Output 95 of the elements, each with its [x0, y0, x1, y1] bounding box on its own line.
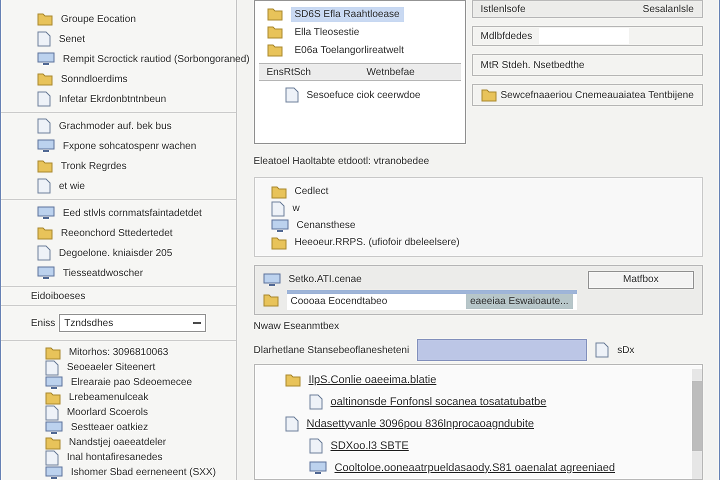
property-value: Sesalanlsle [642, 2, 694, 16]
folder-icon [44, 390, 61, 404]
input-field[interactable] [538, 28, 629, 44]
property-label: Sewcefnaaeriou Cnemeauaiatea Tentbijene [500, 88, 694, 102]
field-label: Eniss [30, 316, 56, 330]
picker-button[interactable]: Matfbox [588, 270, 694, 289]
list-item[interactable]: Ishomer Sbad eerneneent (SXX) [70, 465, 216, 480]
folder-icon [36, 226, 53, 240]
document-icon [284, 87, 299, 103]
document-icon [270, 200, 285, 216]
tree-item[interactable]: oaltinonsde Fonfonsl socanea tosatatubatbe [330, 394, 546, 410]
document-icon [36, 91, 51, 107]
bar-label: Dlarhetlane Stansebeoflanesheteni [254, 344, 410, 358]
monitor-icon [36, 266, 55, 280]
property-label: Istlenlsofe [480, 2, 526, 16]
tree-row[interactable]: E06a Toelangorlireatwelt [290, 42, 408, 58]
dropdown-field[interactable]: Tzndsdhes [59, 314, 206, 332]
list-item[interactable]: Moorlard Scoerols [66, 405, 148, 420]
list-item[interactable]: Lrebeamenulceak [68, 390, 148, 405]
folder-icon [480, 88, 497, 102]
document-icon [36, 31, 51, 47]
folder-icon [266, 25, 283, 39]
folder-icon [44, 346, 61, 360]
monitor-icon [308, 461, 327, 475]
list-item[interactable]: Seoeaeler Siteenert [66, 360, 156, 375]
tree-item[interactable]: IlpS.Conlie oaeeima.blatie [308, 372, 436, 388]
monitor-icon [270, 218, 289, 232]
sidebar-item[interactable]: Infetar Ekrdonbtntnbeun [58, 92, 166, 106]
sidebar-item[interactable]: Tronk Regrdes [60, 158, 127, 174]
sidebar-item[interactable]: Groupe Eocation [60, 12, 136, 26]
list-item[interactable]: Elrearaie pao Sdeoemecee [70, 375, 192, 390]
document-icon [595, 342, 610, 358]
column-title[interactable]: Wetnbefae [358, 64, 459, 80]
folder-icon [36, 72, 53, 86]
list-item[interactable]: Heeoeur.RRPS. (ufiofoir dbeleelsere) [294, 235, 460, 250]
picker-text: Setko.ATI.cenae [288, 273, 363, 288]
dropdown-option[interactable]: Coooaa Eocendtabeo eaeeiaa Eswaioaute... [286, 290, 577, 310]
column-title[interactable]: EnsRtSch [258, 64, 359, 80]
document-icon [284, 416, 299, 432]
property-label: Mdlbfdedes [480, 30, 531, 44]
document-icon [44, 360, 59, 376]
tree-item[interactable]: Ndasettyvanle 3096pou 836lnprocaoagndubite [306, 416, 534, 432]
caption: Nwaw Eseanmtbex [254, 320, 340, 334]
list-item[interactable]: Mitorhos: 3096810063 [68, 345, 168, 360]
tree-row[interactable]: Sesoefuce ciok ceerwdoe [306, 88, 420, 102]
folder-icon [36, 159, 53, 173]
sidebar-item[interactable]: Rempit Scroctick rautiod (Sorbongoraned) [62, 52, 250, 66]
document-icon [36, 118, 51, 134]
list-item[interactable]: Cenansthese [296, 218, 356, 233]
monitor-icon [36, 52, 55, 66]
folder-icon [284, 373, 301, 387]
list-item[interactable]: Nandstjej oaeeatdeler [68, 435, 166, 450]
property-label: MtR Stdeh. Nsetbedthe [480, 58, 584, 72]
tree-row[interactable]: SD6S Efla Raahtloease [290, 6, 404, 22]
document-icon [36, 178, 51, 194]
sidebar-item[interactable]: Tiesseatdwoscher [62, 266, 144, 280]
caret-icon [192, 322, 201, 324]
folder-icon [36, 12, 53, 26]
monitor-icon [44, 466, 63, 480]
document-icon [44, 450, 59, 466]
unit-label: sDx [617, 344, 634, 358]
sidebar-item[interactable]: Degoelone. kniaisder 205 [58, 246, 172, 260]
sidebar-item[interactable]: Fxpone sohcatospenr wachen [62, 138, 196, 154]
monitor-icon [36, 206, 55, 220]
document-icon [44, 404, 59, 420]
monitor-icon [36, 139, 55, 153]
sidebar-item[interactable]: Senet [58, 32, 85, 46]
monitor-icon [44, 376, 63, 390]
list-item[interactable]: Cedlect [294, 184, 328, 199]
folder-icon [262, 292, 279, 307]
tree-row[interactable]: Ella Tleosestie [290, 24, 364, 40]
folder-icon [270, 184, 287, 198]
section-title: Eleatoel Haoltabte etdootl: vtranobedee [254, 155, 430, 169]
folder-icon [270, 236, 287, 250]
sidebar-item[interactable]: Grachmoder auf. bek bus [58, 118, 172, 134]
monitor-icon [44, 420, 63, 434]
list-item[interactable]: w [292, 201, 300, 216]
list-item[interactable]: Inal hontafiresanedes [66, 450, 162, 465]
document-icon [36, 245, 51, 261]
option-detail: eaeeiaa Eswaioaute... [466, 294, 573, 310]
sidebar-item[interactable]: Eed stlvls cornmatsfaintadetdet [62, 206, 202, 220]
list-item[interactable]: Sestteaer oatkiez [70, 420, 148, 435]
scrollbar[interactable] [692, 369, 702, 479]
sidebar-item[interactable]: et wie [58, 178, 85, 194]
folder-icon [266, 43, 283, 57]
section-label: Eidoiboeses [30, 290, 86, 304]
sidebar-item[interactable]: Reeonchord Sttedertedet [60, 226, 173, 240]
sidebar-item[interactable]: Sonndloerdims [60, 72, 128, 86]
folder-icon [266, 7, 283, 21]
tree-item[interactable]: SDXoo.l3 SBTE [330, 438, 409, 454]
document-icon [308, 438, 323, 454]
document-icon [308, 394, 323, 410]
monitor-icon [262, 272, 281, 287]
tree-item[interactable]: Cooltoloe.ooneaatrpueldasaody.S81 oaenalat agreeniaed [334, 460, 616, 476]
folder-icon [44, 436, 61, 450]
